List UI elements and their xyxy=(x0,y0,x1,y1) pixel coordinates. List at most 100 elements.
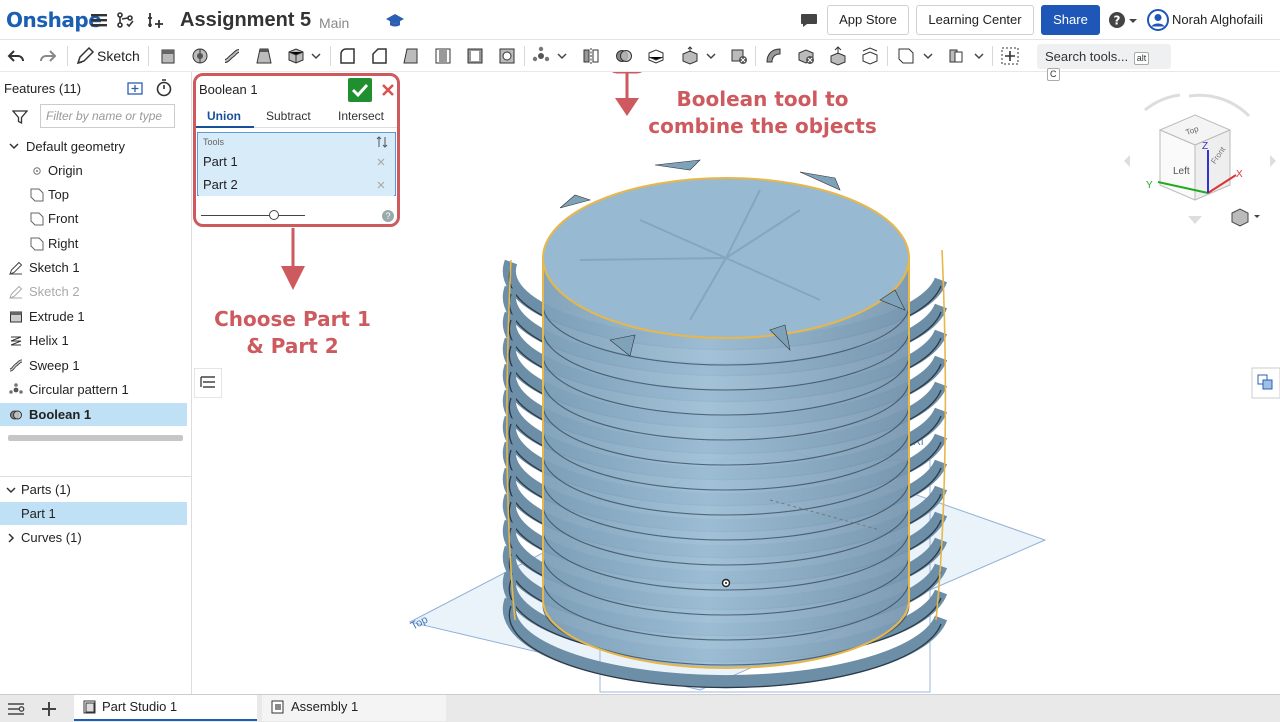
modify-fillet-icon[interactable] xyxy=(764,46,784,66)
appearance-panel-icon[interactable] xyxy=(1251,367,1280,399)
tree-curves-folder[interactable]: Curves (1) xyxy=(0,526,187,549)
document-title[interactable]: Assignment 5 xyxy=(180,9,311,32)
tool-item-part-2[interactable]: Part 2 xyxy=(199,174,394,196)
loft-icon[interactable] xyxy=(254,46,274,66)
remove-icon[interactable] xyxy=(376,180,386,190)
extrude-icon[interactable] xyxy=(158,46,178,66)
view-cube-rotate-arc[interactable] xyxy=(1188,93,1251,118)
tab-subtract[interactable]: Subtract xyxy=(266,109,311,123)
cancel-button[interactable] xyxy=(378,80,398,100)
accept-button[interactable] xyxy=(348,78,372,102)
mirror-icon[interactable] xyxy=(581,46,601,66)
tree-default-geometry[interactable]: Default geometry xyxy=(0,135,187,158)
tree-sketch-2[interactable]: Sketch 2 xyxy=(0,280,187,303)
view-cube-arrow[interactable] xyxy=(1124,155,1130,167)
filter-icon[interactable] xyxy=(12,109,28,125)
tree-front-plane[interactable]: Front xyxy=(0,207,187,230)
chamfer-icon[interactable] xyxy=(369,46,389,66)
tree-part-1[interactable]: Part 1 xyxy=(0,502,187,525)
view-options-icon[interactable] xyxy=(1231,208,1260,227)
redo-icon[interactable] xyxy=(38,46,58,66)
tab-union[interactable]: Union xyxy=(207,109,241,123)
remove-icon[interactable] xyxy=(376,157,386,167)
preview-slider-handle[interactable] xyxy=(268,210,279,220)
help-icon[interactable]: ? xyxy=(1108,10,1128,30)
versions-history-icon[interactable] xyxy=(116,10,136,30)
tree-sketch-1[interactable]: Sketch 1 xyxy=(0,256,187,279)
help-icon[interactable]: ? xyxy=(382,210,394,222)
tree-helix-1[interactable]: Helix 1 xyxy=(0,329,187,352)
chevron-down-icon[interactable] xyxy=(973,46,985,66)
filter-input[interactable]: Filter by name or type xyxy=(40,104,175,128)
shell-icon[interactable] xyxy=(465,46,485,66)
tree-extrude-1[interactable]: Extrude 1 xyxy=(0,305,187,328)
tree-right-plane[interactable]: Right xyxy=(0,232,187,255)
tool-item-part-1[interactable]: Part 1 xyxy=(199,151,394,173)
add-folder-icon[interactable] xyxy=(127,80,145,96)
avatar-icon[interactable] xyxy=(1147,9,1169,31)
delete-face-icon[interactable] xyxy=(796,46,816,66)
rollback-timer-icon[interactable] xyxy=(155,79,173,97)
sketch-button-label[interactable]: Sketch xyxy=(97,48,140,64)
replace-face-icon[interactable] xyxy=(860,46,880,66)
onshape-logo[interactable]: Onshape xyxy=(6,8,102,32)
transform-icon[interactable] xyxy=(680,46,700,66)
rollback-bar[interactable] xyxy=(8,435,183,441)
add-custom-feature-icon[interactable] xyxy=(1000,46,1020,66)
draft-icon[interactable] xyxy=(401,46,421,66)
chevron-down-icon[interactable] xyxy=(1127,10,1139,30)
tree-item-label: Parts (1) xyxy=(21,482,71,497)
tab-intersect[interactable]: Intersect xyxy=(338,109,384,123)
tree-boolean-1[interactable]: Boolean 1 xyxy=(0,403,187,426)
pattern-icon[interactable] xyxy=(531,46,551,66)
plane-icon[interactable] xyxy=(896,46,916,66)
revolve-icon[interactable] xyxy=(190,46,210,66)
tree-origin[interactable]: Origin xyxy=(0,159,187,182)
learning-center-button[interactable]: Learning Center xyxy=(916,5,1034,35)
hamburger-menu-icon[interactable] xyxy=(89,10,109,30)
insert-icon[interactable] xyxy=(145,10,165,30)
share-button[interactable]: Share xyxy=(1041,5,1100,35)
thicken-icon[interactable] xyxy=(286,46,306,66)
hole-icon[interactable] xyxy=(497,46,517,66)
tree-circular-pattern-1[interactable]: Circular pattern 1 xyxy=(0,378,187,401)
sketch-pencil-icon[interactable] xyxy=(75,46,95,66)
split-icon[interactable] xyxy=(646,46,666,66)
preview-slider-track[interactable] xyxy=(201,215,305,216)
chevron-down-icon[interactable] xyxy=(556,46,568,66)
boolean-icon[interactable] xyxy=(614,46,634,66)
chevron-down-icon[interactable] xyxy=(310,46,322,66)
user-name[interactable]: Norah Alghofaili xyxy=(1172,12,1263,27)
undo-icon[interactable] xyxy=(6,46,26,66)
tab-part-studio-1[interactable]: Part Studio 1 xyxy=(74,695,257,721)
chevron-right-icon[interactable] xyxy=(5,532,17,544)
delete-part-icon[interactable] xyxy=(729,46,749,66)
search-tools-button[interactable]: Search tools... altC xyxy=(1037,44,1171,81)
fillet-icon[interactable] xyxy=(337,46,357,66)
rib-icon[interactable] xyxy=(433,46,453,66)
view-cube-arrow[interactable] xyxy=(1270,155,1276,167)
boolean-dialog: Boolean 1 Union Subtract Intersect Tools… xyxy=(193,73,400,227)
panel-divider[interactable] xyxy=(0,476,192,477)
tab-manager-icon[interactable] xyxy=(7,701,25,717)
chevron-down-icon[interactable] xyxy=(8,140,20,152)
tree-sweep-1[interactable]: Sweep 1 xyxy=(0,354,187,377)
chevron-down-icon[interactable] xyxy=(922,46,934,66)
sweep-icon[interactable] xyxy=(222,46,242,66)
chevron-down-icon[interactable] xyxy=(5,484,17,496)
tree-top-plane[interactable]: Top xyxy=(0,183,187,206)
comments-icon[interactable] xyxy=(799,10,819,30)
sort-icon[interactable] xyxy=(376,136,388,148)
chevron-down-icon[interactable] xyxy=(705,46,717,66)
feature-list-toggle-icon[interactable] xyxy=(194,368,222,398)
move-face-icon[interactable] xyxy=(828,46,848,66)
mate-connector-icon[interactable] xyxy=(946,46,966,66)
tree-parts-folder[interactable]: Parts (1) xyxy=(0,478,187,501)
view-cube-arrow[interactable] xyxy=(1188,216,1202,224)
view-cube[interactable]: Left Top Front X Y Z xyxy=(1124,93,1276,224)
tools-selection-box[interactable]: Tools Part 1 Part 2 xyxy=(197,132,396,196)
tab-assembly-1[interactable]: Assembly 1 xyxy=(262,695,446,721)
app-store-button[interactable]: App Store xyxy=(827,5,909,35)
view-cube-rotate-arc[interactable] xyxy=(1144,93,1181,112)
add-tab-icon[interactable] xyxy=(40,700,58,718)
